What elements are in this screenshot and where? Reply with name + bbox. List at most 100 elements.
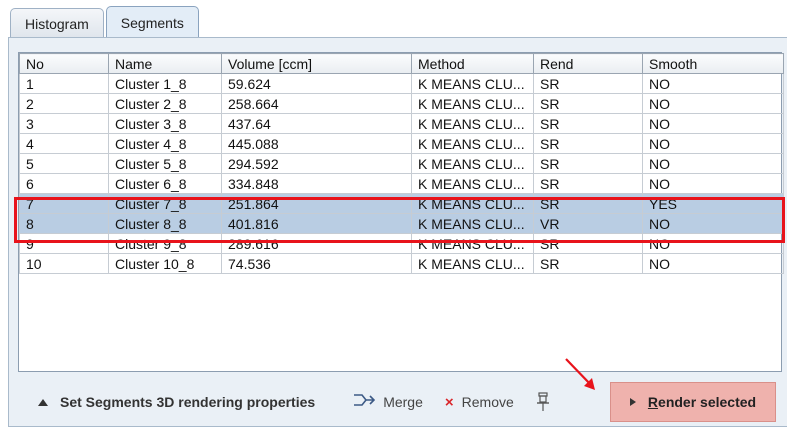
cell-no: 2 <box>19 93 109 114</box>
cell-no: 1 <box>19 73 109 94</box>
cell-name: Cluster 1_8 <box>108 73 222 94</box>
table-row[interactable]: 6 Cluster 6_8 334.848 K MEANS CLU... SR NO <box>19 173 784 194</box>
empty-cell <box>222 274 412 294</box>
cell-no: 9 <box>19 233 109 254</box>
empty-cell <box>643 294 784 314</box>
column-header-volume[interactable]: Volume [ccm] <box>221 53 412 74</box>
triangle-up-icon <box>38 398 48 406</box>
cell-method: K MEANS CLU... <box>411 113 534 134</box>
cell-smooth: NO <box>642 73 784 94</box>
column-header-smooth[interactable]: Smooth <box>642 53 784 74</box>
cell-method: K MEANS CLU... <box>411 133 534 154</box>
tab-segments[interactable]: Segments <box>105 6 199 38</box>
empty-cell <box>109 294 222 314</box>
empty-cell <box>20 334 109 354</box>
cell-no: 6 <box>19 173 109 194</box>
cell-smooth: NO <box>642 213 784 234</box>
cell-volume: 74.536 <box>221 253 412 274</box>
cell-volume: 294.592 <box>221 153 412 174</box>
cell-smooth: NO <box>642 153 784 174</box>
empty-cell <box>20 314 109 334</box>
cell-method: K MEANS CLU... <box>411 93 534 114</box>
table-header-row: No Name Volume [ccm] Method Rend Smooth <box>19 53 784 74</box>
empty-cell <box>20 354 109 374</box>
segments-table: No Name Volume [ccm] Method Rend Smooth … <box>18 52 784 374</box>
cell-smooth: NO <box>642 133 784 154</box>
cell-rend: SR <box>533 73 643 94</box>
cell-rend: SR <box>533 153 643 174</box>
cell-name: Cluster 6_8 <box>108 173 222 194</box>
cell-method: K MEANS CLU... <box>411 73 534 94</box>
empty-cell <box>643 334 784 354</box>
cell-method: K MEANS CLU... <box>411 173 534 194</box>
cell-volume: 401.816 <box>221 213 412 234</box>
cell-name: Cluster 5_8 <box>108 153 222 174</box>
tab-histogram[interactable]: Histogram <box>10 8 104 38</box>
empty-cell <box>412 294 534 314</box>
empty-cell <box>534 314 643 334</box>
empty-cell <box>643 314 784 334</box>
cell-no: 4 <box>19 133 109 154</box>
empty-cell <box>412 314 534 334</box>
cell-name: Cluster 10_8 <box>108 253 222 274</box>
table-row[interactable]: 5 Cluster 5_8 294.592 K MEANS CLU... SR NO <box>19 153 784 174</box>
set-3d-rendering-properties-label: Set Segments 3D rendering properties <box>60 394 316 410</box>
empty-cell <box>412 334 534 354</box>
cell-volume: 289.616 <box>221 233 412 254</box>
empty-cell <box>20 274 109 294</box>
empty-row <box>20 274 784 294</box>
cell-no: 7 <box>19 193 109 214</box>
cell-name: Cluster 8_8 <box>108 213 222 234</box>
empty-cell <box>109 274 222 294</box>
cell-rend: SR <box>533 253 643 274</box>
table-row[interactable]: 4 Cluster 4_8 445.088 K MEANS CLU... SR NO <box>19 133 784 154</box>
column-header-no[interactable]: No <box>19 53 109 74</box>
pin-icon[interactable] <box>536 392 550 412</box>
cell-smooth: NO <box>642 253 784 274</box>
empty-cell <box>109 314 222 334</box>
tab-bar: Histogram Segments <box>10 6 201 38</box>
render-selected-label: Render selected <box>647 394 757 410</box>
empty-cell <box>643 354 784 374</box>
cell-rend: VR <box>533 213 643 234</box>
empty-cell <box>222 314 412 334</box>
column-header-name[interactable]: Name <box>108 53 222 74</box>
cell-no: 3 <box>19 113 109 134</box>
cell-volume: 258.664 <box>221 93 412 114</box>
cell-name: Cluster 9_8 <box>108 233 222 254</box>
column-header-method[interactable]: Method <box>411 53 534 74</box>
empty-cell <box>534 274 643 294</box>
cell-rend: SR <box>533 93 643 114</box>
column-header-rend[interactable]: Rend <box>533 53 643 74</box>
empty-cell <box>222 334 412 354</box>
table-row[interactable]: 1 Cluster 1_8 59.624 K MEANS CLU... SR NO <box>19 73 784 94</box>
set-3d-rendering-properties-button[interactable]: Set Segments 3D rendering properties <box>18 394 315 410</box>
table-row[interactable]: 2 Cluster 2_8 258.664 K MEANS CLU... SR NO <box>19 93 784 114</box>
empty-row <box>20 314 784 334</box>
table-row[interactable]: 3 Cluster 3_8 437.64 K MEANS CLU... SR NO <box>19 113 784 134</box>
cell-rend: SR <box>533 193 643 214</box>
table-body: 1 Cluster 1_8 59.624 K MEANS CLU... SR NO 2 Clu… <box>19 73 784 374</box>
empty-cell <box>534 334 643 354</box>
cell-volume: 437.64 <box>221 113 412 134</box>
cell-smooth: NO <box>642 173 784 194</box>
empty-cell <box>534 354 643 374</box>
cell-volume: 445.088 <box>221 133 412 154</box>
empty-cell <box>20 294 109 314</box>
cell-method: K MEANS CLU... <box>411 253 534 274</box>
table-row[interactable]: 7 Cluster 7_8 251.864 K MEANS CLU... SR YES <box>19 193 784 214</box>
table-row[interactable]: 8 Cluster 8_8 401.816 K MEANS CLU... VR NO <box>19 213 784 234</box>
cell-smooth: YES <box>642 193 784 214</box>
table-row[interactable]: 10 Cluster 10_8 74.536 K MEANS CLU... SR NO <box>19 253 784 274</box>
table-row[interactable]: 9 Cluster 9_8 289.616 K MEANS CLU... SR NO <box>19 233 784 254</box>
empty-cell <box>534 294 643 314</box>
empty-row <box>20 334 784 354</box>
empty-cell <box>412 274 534 294</box>
render-selected-button[interactable]: Render selected <box>610 382 776 422</box>
cell-rend: SR <box>533 133 643 154</box>
cell-name: Cluster 4_8 <box>108 133 222 154</box>
cell-volume: 334.848 <box>221 173 412 194</box>
merge-button[interactable]: Merge <box>353 393 423 411</box>
cell-name: Cluster 2_8 <box>108 93 222 114</box>
remove-button[interactable]: × Remove <box>445 394 514 411</box>
